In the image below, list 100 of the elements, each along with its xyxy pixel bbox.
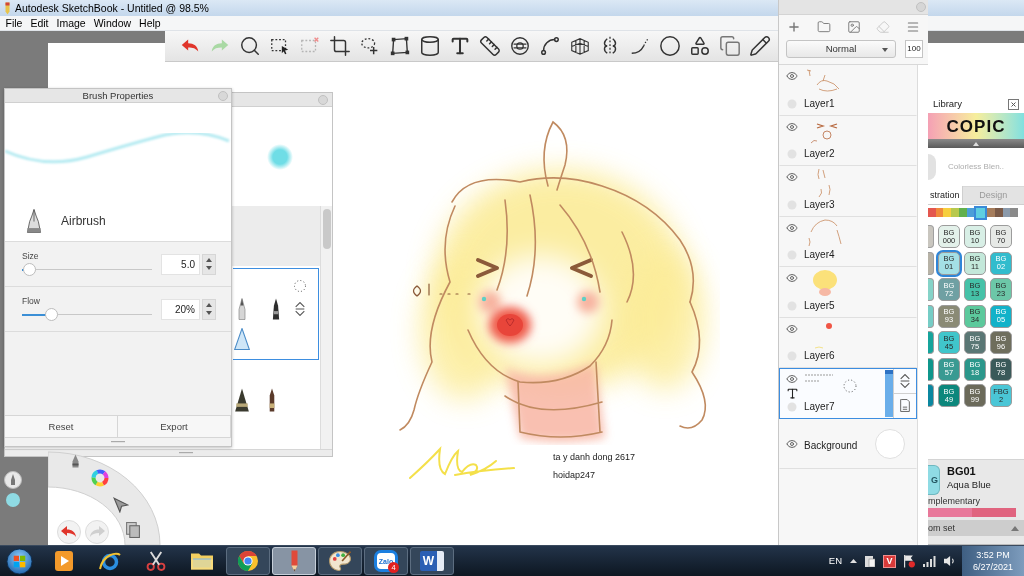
hue-swatch[interactable] [1002, 208, 1011, 217]
hue-swatch[interactable] [935, 208, 944, 217]
text-tool-icon[interactable] [449, 35, 471, 57]
dotted-circle-icon[interactable] [293, 279, 307, 293]
merge-down-icon[interactable] [900, 399, 910, 413]
signal-bars-icon[interactable] [923, 555, 936, 567]
menu-item[interactable]: Image [53, 17, 90, 29]
clock-area[interactable]: 3:52 PM 6/27/2021 [962, 546, 1024, 576]
cylinder-icon[interactable] [419, 35, 441, 57]
color-swatch[interactable] [928, 357, 934, 381]
taskbar-button[interactable] [226, 547, 270, 575]
ellipse-guide-icon[interactable] [509, 35, 531, 57]
nozzle-icon[interactable] [234, 388, 250, 412]
eye-icon[interactable] [786, 322, 798, 335]
hue-swatch[interactable] [928, 208, 936, 217]
ruler-icon[interactable] [479, 35, 501, 57]
image-icon[interactable] [846, 19, 861, 34]
grid-cube-icon[interactable] [569, 35, 591, 57]
color-wheel-icon[interactable] [91, 469, 109, 487]
taskbar-button[interactable]: W [410, 547, 454, 575]
spinner-button[interactable] [202, 253, 216, 275]
color-swatch[interactable] [928, 278, 934, 301]
flag-error-icon[interactable] [904, 554, 915, 568]
slider-track[interactable] [22, 263, 152, 277]
shapes-icon[interactable] [689, 35, 711, 57]
eye-icon[interactable] [786, 70, 798, 82]
panel-button[interactable]: Export [118, 416, 231, 437]
triangle-icon[interactable] [234, 328, 250, 350]
layer-row[interactable]: Layer7 [779, 368, 917, 419]
color-swatch[interactable] [928, 304, 934, 328]
folder-icon[interactable] [816, 19, 831, 34]
caret-up-icon[interactable] [850, 559, 857, 563]
hue-swatch[interactable] [1010, 208, 1019, 217]
hue-swatch[interactable] [974, 205, 988, 220]
complementary-swatch[interactable] [928, 508, 972, 517]
scrollbar-thumb[interactable] [322, 209, 331, 249]
circle-icon[interactable] [659, 35, 681, 57]
slider-thumb[interactable] [44, 308, 58, 322]
tab[interactable]: stration [928, 186, 963, 204]
pages-icon[interactable] [126, 522, 140, 538]
blend-mode-dropdown[interactable]: Normal [786, 40, 896, 58]
value-field[interactable]: 5.0 [161, 253, 200, 275]
color-swatch[interactable] [928, 225, 934, 248]
start-icon[interactable] [5, 547, 33, 575]
value-field[interactable]: 20% [161, 298, 200, 320]
pencil-icon[interactable] [749, 35, 771, 57]
transform-icon[interactable] [389, 35, 411, 57]
add-layer-icon[interactable] [787, 19, 801, 34]
spinner-button[interactable] [202, 298, 216, 320]
hue-swatch[interactable] [958, 208, 967, 217]
eye-icon[interactable] [786, 373, 798, 385]
opacity-field[interactable]: 100 [905, 40, 923, 58]
caret-down-icon[interactable] [206, 311, 212, 315]
color-swatch[interactable] [928, 384, 934, 407]
hue-swatch[interactable] [951, 208, 959, 217]
menu-item[interactable]: Window [90, 17, 135, 29]
eye-icon[interactable] [786, 171, 798, 183]
tray-app-badge[interactable]: V [883, 554, 896, 568]
hue-swatch[interactable] [994, 208, 1003, 217]
hue-swatch[interactable] [943, 208, 952, 217]
spline-icon[interactable] [539, 35, 561, 57]
crop-icon[interactable] [329, 35, 351, 57]
close-icon[interactable] [1008, 98, 1019, 110]
language-indicator[interactable]: EN [828, 556, 842, 566]
eye-icon[interactable] [786, 272, 798, 284]
opacity-slider[interactable] [885, 370, 893, 417]
complementary-swatch[interactable] [972, 508, 1016, 517]
clipboard-icon[interactable] [865, 555, 875, 567]
custom-set-bar[interactable]: om set [928, 520, 1024, 536]
undo-icon[interactable] [57, 520, 81, 544]
slider-track[interactable] [22, 308, 152, 322]
eye-icon[interactable] [786, 437, 798, 450]
brush-tip-icon[interactable] [268, 388, 276, 412]
layer-row[interactable]: Layer5 [779, 267, 917, 318]
slider-thumb[interactable] [22, 263, 36, 277]
eye-icon[interactable] [786, 221, 798, 234]
layer-row[interactable]: Layer4 [779, 216, 917, 267]
speaker-icon[interactable] [944, 556, 954, 566]
background-color-swatch[interactable] [875, 428, 905, 459]
menu-item[interactable]: Edit [26, 17, 52, 29]
blender-swatch[interactable] [928, 154, 936, 180]
color-swatch[interactable] [928, 331, 934, 354]
up-down-arrows-icon[interactable] [900, 373, 910, 388]
circle-toggle-icon[interactable] [787, 401, 797, 412]
menu-item[interactable]: File [2, 17, 26, 29]
brush-tip-icon[interactable] [72, 454, 79, 468]
hue-swatch[interactable] [966, 208, 975, 217]
caret-up-icon[interactable] [206, 303, 212, 307]
airbrush-icon[interactable] [4, 471, 22, 489]
layer-row[interactable]: Layer3 [779, 166, 917, 217]
copy-icon[interactable] [719, 35, 741, 57]
taskbar-button[interactable] [318, 547, 362, 575]
search-icon[interactable] [239, 35, 261, 57]
color-swatch[interactable] [928, 251, 934, 275]
panel-button[interactable]: Reset [5, 416, 118, 437]
eye-icon[interactable] [786, 120, 798, 133]
caret-up-icon[interactable] [206, 258, 212, 262]
pointer-arrow-icon[interactable] [113, 497, 129, 513]
menu-item[interactable]: Help [135, 17, 165, 29]
up-down-arrows-icon[interactable] [295, 302, 305, 316]
